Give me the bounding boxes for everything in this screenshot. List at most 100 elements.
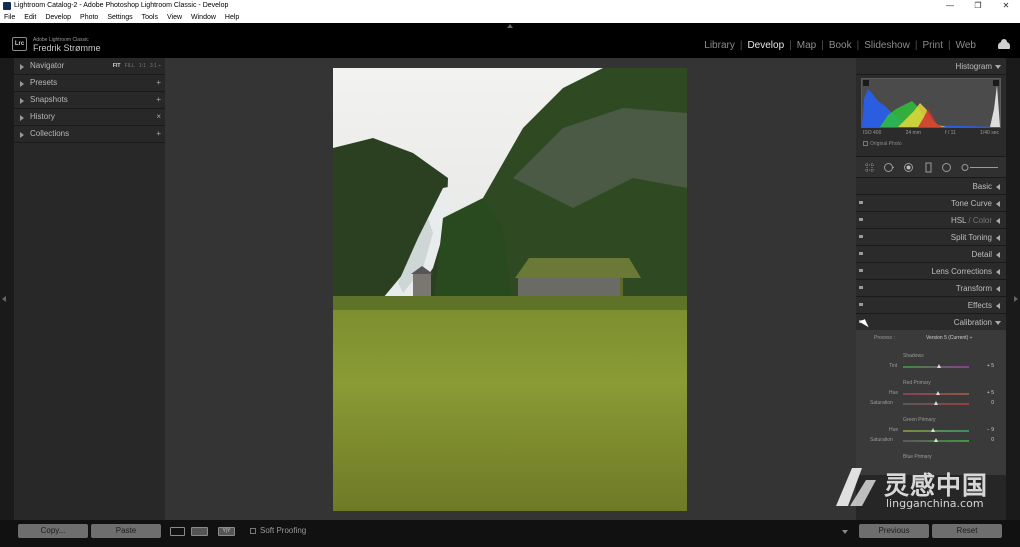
module-map[interactable]: Map <box>793 40 820 51</box>
clear-history-icon[interactable]: × <box>156 109 161 125</box>
adjustment-brush-icon[interactable] <box>960 162 1000 173</box>
hsl-color-header[interactable]: HSL / Color <box>856 212 1006 229</box>
slider-knob[interactable] <box>934 438 938 442</box>
slider-knob[interactable] <box>934 401 938 405</box>
loupe-view-icon[interactable] <box>170 527 185 536</box>
tone-curve-label: Tone Curve <box>951 199 992 208</box>
basic-header[interactable]: Basic <box>856 178 1006 195</box>
menu-develop[interactable]: Develop <box>45 12 71 23</box>
menu-window[interactable]: Window <box>191 12 216 23</box>
before-after-view-icon[interactable] <box>191 527 208 536</box>
slider-knob[interactable] <box>935 391 940 395</box>
minimize-button[interactable]: — <box>936 0 964 12</box>
shadow-clipping-indicator[interactable] <box>863 80 869 86</box>
before-after-yy-icon[interactable]: Y|Y <box>218 527 235 536</box>
restore-button[interactable]: ❐ <box>964 0 992 12</box>
red-hue-value[interactable]: + 5 <box>980 390 994 396</box>
history-panel-header[interactable]: History × <box>14 109 165 126</box>
red-hue-label: Hue <box>889 390 899 396</box>
previous-button[interactable]: Previous <box>859 524 929 538</box>
color-label[interactable]: Color <box>973 216 992 225</box>
collapse-top-panel-icon[interactable] <box>507 24 513 28</box>
collapse-triangle-icon <box>995 321 1001 325</box>
tool-strip <box>856 156 1006 178</box>
close-button[interactable]: ✕ <box>992 0 1020 12</box>
module-print[interactable]: Print <box>918 40 947 51</box>
photo-preview[interactable] <box>333 68 687 511</box>
menu-help[interactable]: Help <box>225 12 239 23</box>
snapshots-panel-header[interactable]: Snapshots + <box>14 92 165 109</box>
transform-label: Transform <box>955 284 992 293</box>
panel-toggle-switch[interactable] <box>859 252 863 255</box>
module-library[interactable]: Library <box>700 40 739 51</box>
panel-toggle-switch[interactable] <box>859 218 863 221</box>
soft-proofing-label: Soft Proofing <box>260 526 307 535</box>
module-slideshow[interactable]: Slideshow <box>860 40 914 51</box>
spot-removal-icon[interactable] <box>883 162 894 173</box>
menu-photo[interactable]: Photo <box>80 12 98 23</box>
red-saturation-value[interactable]: 0 <box>980 400 994 406</box>
zoom-3-1[interactable]: 3:1 ÷ <box>150 63 161 69</box>
add-preset-icon[interactable]: + <box>156 75 161 91</box>
red-eye-icon[interactable] <box>903 162 914 173</box>
graduated-filter-icon[interactable] <box>923 162 934 173</box>
add-snapshot-icon[interactable]: + <box>156 92 161 108</box>
cloud-sync-icon[interactable] <box>998 39 1010 49</box>
calibration-header[interactable]: Calibration <box>856 314 1006 331</box>
collapse-triangle-icon <box>995 65 1001 69</box>
module-develop[interactable]: Develop <box>743 40 788 51</box>
red-saturation-slider[interactable] <box>903 401 969 405</box>
panel-toggle-switch[interactable] <box>859 201 863 204</box>
slider-knob[interactable] <box>937 364 942 368</box>
image-canvas <box>165 58 856 520</box>
collections-panel-header[interactable]: Collections + <box>14 126 165 143</box>
red-hue-slider[interactable] <box>903 391 969 395</box>
panel-toggle-switch[interactable] <box>859 303 863 306</box>
presets-panel-header[interactable]: Presets + <box>14 75 165 92</box>
transform-header[interactable]: Transform <box>856 280 1006 297</box>
zoom-fill[interactable]: FILL <box>125 63 135 69</box>
highlight-clipping-indicator[interactable] <box>993 80 999 86</box>
menu-settings[interactable]: Settings <box>107 12 132 23</box>
module-web[interactable]: Web <box>952 40 980 51</box>
tone-curve-header[interactable]: Tone Curve <box>856 195 1006 212</box>
reset-button[interactable]: Reset <box>932 524 1002 538</box>
collapse-left-panel-icon[interactable] <box>2 296 6 302</box>
split-toning-header[interactable]: Split Toning <box>856 229 1006 246</box>
module-book[interactable]: Book <box>825 40 856 51</box>
menu-edit[interactable]: Edit <box>24 12 36 23</box>
process-dropdown[interactable]: Version 5 (Current) ÷ <box>926 335 972 341</box>
panel-toggle-switch[interactable] <box>859 235 863 238</box>
menu-view[interactable]: View <box>167 12 182 23</box>
zoom-1-1[interactable]: 1:1 <box>139 63 146 69</box>
collapse-right-panel-icon[interactable] <box>1014 296 1018 302</box>
copy-settings-button[interactable]: Copy... <box>18 524 88 538</box>
histogram-header[interactable]: Histogram <box>856 58 1006 75</box>
slider-knob[interactable] <box>930 428 935 432</box>
lens-corrections-header[interactable]: Lens Corrections <box>856 263 1006 280</box>
green-saturation-value[interactable]: 0 <box>980 437 994 443</box>
shadows-tint-slider[interactable] <box>903 364 969 368</box>
hsl-label[interactable]: HSL <box>951 216 966 225</box>
original-photo-checkbox[interactable]: Original Photo <box>863 141 902 147</box>
crop-overlay-icon[interactable] <box>864 162 875 173</box>
panel-toggle-switch[interactable] <box>859 269 863 272</box>
add-collection-icon[interactable]: + <box>156 126 161 142</box>
green-hue-slider[interactable] <box>903 428 969 432</box>
radial-filter-icon[interactable] <box>941 162 952 173</box>
menu-file[interactable]: File <box>4 12 15 23</box>
effects-header[interactable]: Effects <box>856 297 1006 314</box>
green-saturation-slider[interactable] <box>903 438 969 442</box>
detail-header[interactable]: Detail <box>856 246 1006 263</box>
menu-tools[interactable]: Tools <box>142 12 158 23</box>
green-hue-value[interactable]: − 9 <box>980 427 994 433</box>
shadows-tint-value[interactable]: + 5 <box>980 363 994 369</box>
toolbar-menu-chevron-icon[interactable] <box>842 530 848 534</box>
paste-settings-button[interactable]: Paste <box>91 524 161 538</box>
histogram-graph[interactable] <box>861 78 1001 128</box>
expand-triangle-icon <box>996 286 1000 292</box>
zoom-fit[interactable]: FIT <box>113 63 121 69</box>
soft-proofing-checkbox[interactable]: Soft Proofing <box>250 526 306 535</box>
panel-toggle-switch[interactable] <box>859 286 863 289</box>
navigator-panel-header[interactable]: Navigator FIT FILL 1:1 3:1 ÷ <box>14 58 165 75</box>
